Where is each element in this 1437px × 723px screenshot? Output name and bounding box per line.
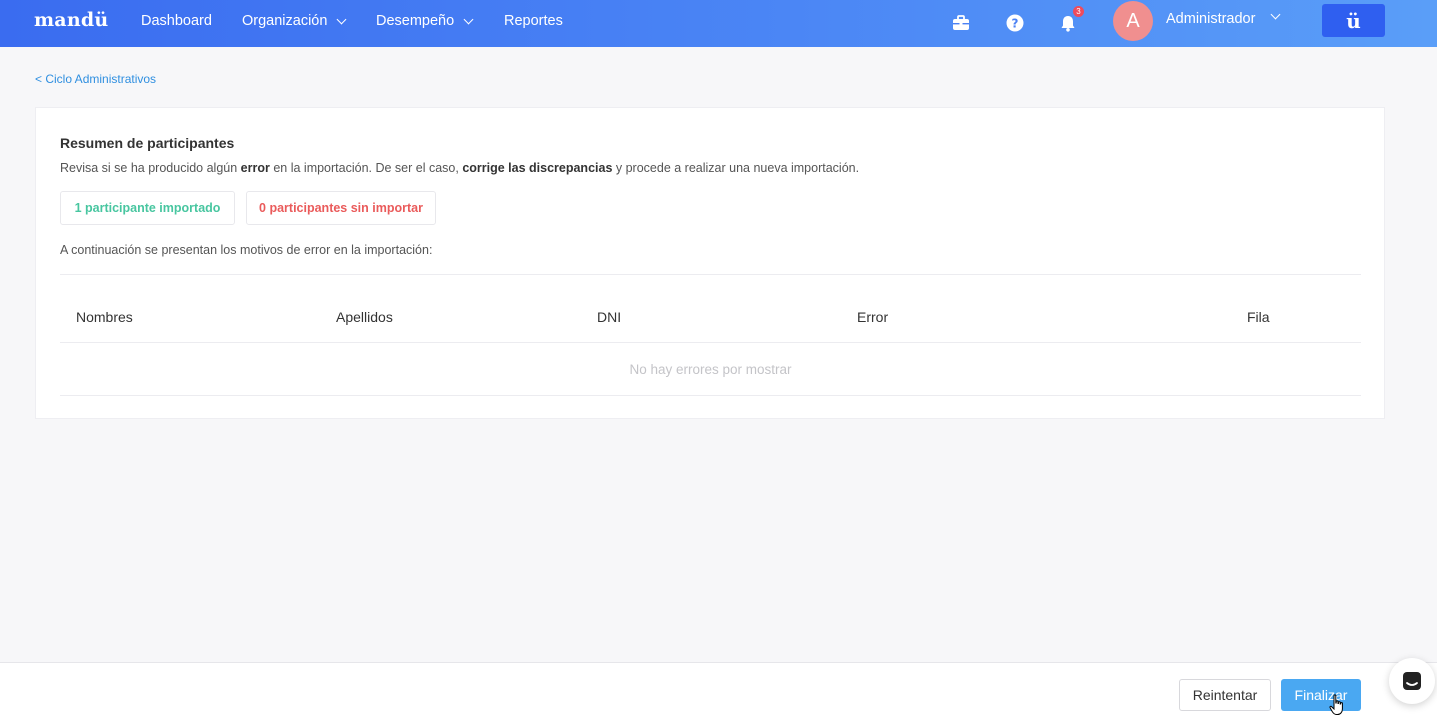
chevron-down-icon [336, 14, 347, 24]
notifications-button[interactable]: 3 [1057, 6, 1084, 34]
column-header-error: Error [857, 309, 889, 325]
user-name[interactable]: Administrador [1166, 11, 1255, 27]
desc-bold-error: error [240, 161, 270, 175]
nav-desempeno-label: Desempeño [376, 13, 455, 29]
column-header-fila: Fila [1247, 309, 1270, 325]
summary-description: Revisa si se ha producido algún error en… [60, 161, 859, 175]
desc-text-2: en la importación. De ser el caso, [269, 161, 463, 175]
errors-intro-text: A continuación se presentan los motivos … [60, 243, 433, 257]
desc-bold-discrepancias: corrige las discrepancias [462, 161, 613, 175]
avatar[interactable]: A [1113, 1, 1153, 41]
finish-button[interactable]: Finalizar [1281, 679, 1361, 711]
nav-dashboard[interactable]: Dashboard [141, 13, 212, 29]
table-bottom-divider [60, 395, 1361, 396]
nav-reportes-label: Reportes [504, 13, 563, 29]
chat-icon [1403, 672, 1421, 690]
top-navbar: mandü Dashboard Organización Desempeño R… [0, 0, 1437, 47]
table-empty-state: No hay errores por mostrar [629, 362, 792, 377]
hand-cursor-icon [1329, 694, 1343, 715]
help-button[interactable]: ? [1004, 12, 1026, 34]
breadcrumb-back-link[interactable]: < Ciclo Administrativos [35, 72, 156, 86]
nav-organizacion-label: Organización [242, 13, 328, 29]
brand-button[interactable]: ü [1322, 4, 1385, 37]
bell-icon [1061, 15, 1075, 32]
column-header-dni: DNI [597, 309, 622, 325]
app-logo[interactable]: mandü [34, 9, 108, 31]
desc-text-1: Revisa si se ha producido algún [60, 161, 241, 175]
nav-desempeno[interactable]: Desempeño [376, 13, 474, 29]
action-footer: Reintentar Finalizar [0, 662, 1437, 723]
notification-badge: 3 [1073, 6, 1084, 17]
column-header-apellidos: Apellidos [336, 309, 393, 325]
nav-reportes[interactable]: Reportes [504, 13, 563, 29]
page-title: Resumen de participantes [60, 135, 235, 151]
svg-text:?: ? [1012, 17, 1019, 31]
briefcase-icon [953, 15, 969, 30]
nav-dashboard-label: Dashboard [141, 13, 212, 29]
not-imported-count-badge: 0 participantes sin importar [246, 191, 436, 225]
nav-organizacion[interactable]: Organización [242, 13, 347, 29]
desc-text-3: y procede a realizar una nueva importaci… [612, 161, 860, 175]
chat-launcher-button[interactable] [1389, 658, 1435, 704]
column-header-nombres: Nombres [76, 309, 133, 325]
retry-button[interactable]: Reintentar [1179, 679, 1271, 711]
imported-count-badge: 1 participante importado [60, 191, 235, 225]
divider [60, 274, 1361, 275]
briefcase-button[interactable] [950, 12, 972, 34]
chevron-down-icon[interactable] [1270, 9, 1281, 20]
help-icon: ? [1006, 14, 1024, 32]
table-header-divider [60, 342, 1361, 343]
chevron-down-icon [463, 14, 474, 24]
summary-card: Resumen de participantes Revisa si se ha… [35, 107, 1385, 419]
